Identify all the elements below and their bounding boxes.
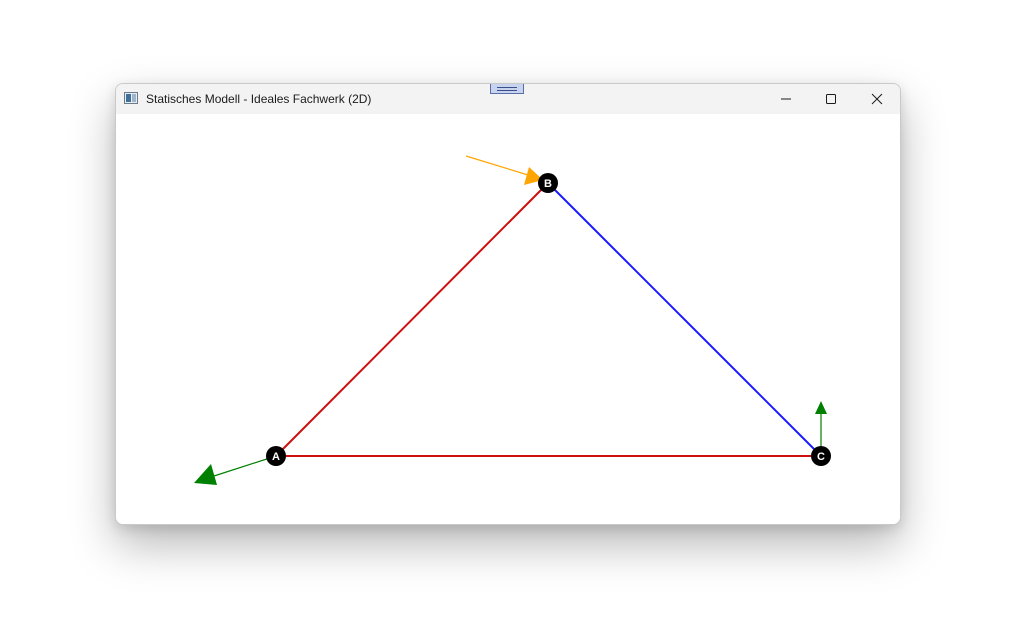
reaction-arrow-a bbox=[194, 455, 277, 485]
node-a[interactable]: A bbox=[266, 446, 286, 466]
node-label-c: C bbox=[817, 451, 825, 463]
member-a-b bbox=[275, 182, 549, 457]
close-icon bbox=[871, 93, 883, 105]
node-b[interactable]: B bbox=[538, 173, 558, 193]
window-title: Statisches Modell - Ideales Fachwerk (2D… bbox=[146, 92, 372, 106]
close-button[interactable] bbox=[854, 84, 900, 114]
minimize-button[interactable] bbox=[763, 84, 809, 114]
app-window: Statisches Modell - Ideales Fachwerk (2D… bbox=[115, 83, 901, 525]
drag-handle[interactable] bbox=[490, 84, 524, 94]
node-label-a: A bbox=[272, 451, 280, 463]
load-arrow-b bbox=[465, 155, 543, 185]
member-b-c bbox=[547, 182, 822, 457]
node-c[interactable]: C bbox=[811, 446, 831, 466]
app-window-icon bbox=[124, 92, 138, 104]
truss-diagram: A B C bbox=[194, 155, 831, 485]
minimize-icon bbox=[781, 98, 791, 100]
maximize-button[interactable] bbox=[808, 84, 854, 114]
node-label-b: B bbox=[544, 178, 552, 190]
drawing-canvas[interactable]: A B C bbox=[116, 114, 900, 524]
maximize-icon bbox=[826, 94, 836, 104]
title-bar[interactable]: Statisches Modell - Ideales Fachwerk (2D… bbox=[116, 84, 900, 114]
desktop: Statisches Modell - Ideales Fachwerk (2D… bbox=[0, 0, 1027, 626]
